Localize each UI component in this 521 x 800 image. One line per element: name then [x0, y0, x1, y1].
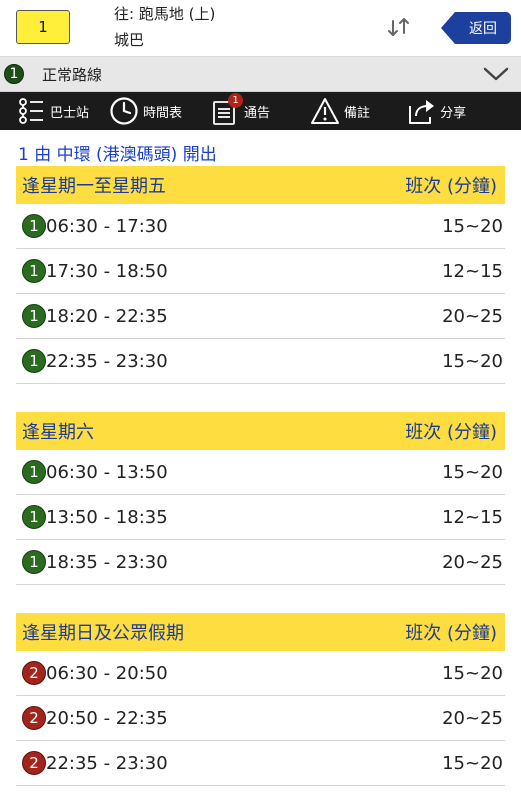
time-range: 06:30 - 17:30	[46, 215, 168, 237]
timetable-row: 1 06:30 - 13:50 15~20	[16, 450, 505, 495]
route-variant-selector[interactable]: 1 正常路線	[0, 57, 521, 92]
notice-icon-wrap: 1	[210, 93, 244, 126]
section-title: 逢星期六	[22, 422, 94, 443]
time-range: 06:30 - 13:50	[46, 461, 168, 483]
time-range: 18:20 - 22:35	[46, 305, 168, 327]
chevron-down-icon[interactable]	[483, 67, 509, 81]
variant-label: 正常路線	[42, 65, 103, 84]
frequency: 12~15	[442, 260, 503, 282]
timetable-row: 1 06:30 - 17:30 15~20	[16, 204, 505, 249]
frequency: 15~20	[442, 215, 503, 237]
clock-icon	[110, 97, 138, 125]
frequency-header: 班次 (分鐘)	[405, 176, 497, 197]
frequency-header: 班次 (分鐘)	[405, 422, 497, 443]
swap-arrows-icon[interactable]	[382, 12, 416, 42]
warning-icon	[311, 98, 340, 124]
notice-count-badge: 1	[228, 93, 244, 108]
frequency: 15~20	[442, 662, 503, 684]
frequency: 15~20	[442, 350, 503, 372]
variant-badge: 1	[22, 214, 46, 238]
tab-share[interactable]: 分享	[406, 92, 466, 130]
variant-badge: 1	[22, 505, 46, 529]
header-bar: 1 往: 跑馬地 (上) 城巴 返回	[0, 0, 521, 57]
tab-remarks[interactable]: 備註	[310, 92, 370, 130]
timetable-section-saturday: 逢星期六 班次 (分鐘) 1 06:30 - 13:50 15~20 1 13:50…	[16, 412, 505, 585]
bus-stops-icon	[19, 98, 43, 124]
departure-origin: 1 由 中環 (港澳碼頭) 開出	[18, 145, 217, 165]
frequency-header: 班次 (分鐘)	[405, 623, 497, 644]
bus-company: 城巴	[114, 31, 145, 49]
toolbar: 巴士站 時間表 1 通告 備註 分享	[0, 92, 521, 130]
section-header: 逢星期日及公眾假期 班次 (分鐘)	[16, 613, 505, 651]
variant-badge: 1	[22, 349, 46, 373]
time-range: 20:50 - 22:35	[46, 707, 168, 729]
variant-badge: 1	[22, 550, 46, 574]
tab-remarks-label: 備註	[344, 105, 371, 121]
section-title: 逢星期一至星期五	[22, 176, 166, 197]
timetable-row: 2 20:50 - 22:35 20~25	[16, 696, 505, 741]
timetable-section-sunday-holidays: 逢星期日及公眾假期 班次 (分鐘) 2 06:30 - 20:50 15~20 2…	[16, 613, 505, 786]
route-number-badge[interactable]: 1	[16, 10, 70, 44]
tab-timetable[interactable]: 時間表	[109, 92, 182, 130]
variant-badge: 1	[4, 64, 24, 84]
section-header: 逢星期六 班次 (分鐘)	[16, 412, 505, 450]
timetable-section-weekdays: 逢星期一至星期五 班次 (分鐘) 1 06:30 - 17:30 15~20 11…	[16, 166, 505, 384]
back-button[interactable]: 返回	[441, 12, 511, 44]
tab-share-label: 分享	[440, 105, 467, 121]
share-icon	[409, 100, 435, 124]
time-range: 22:35 - 23:30	[46, 752, 168, 774]
variant-badge: 2	[22, 751, 46, 775]
variant-badge: 2	[22, 661, 46, 685]
variant-badge: 1	[22, 259, 46, 283]
section-title: 逢星期日及公眾假期	[22, 623, 184, 644]
timetable-row: 2 06:30 - 20:50 15~20	[16, 651, 505, 696]
frequency: 20~25	[442, 707, 503, 729]
timetable-row: 1 18:35 - 23:30 20~25	[16, 540, 505, 585]
timetable-row: 1 13:50 - 18:35 12~15	[16, 495, 505, 540]
time-range: 17:30 - 18:50	[46, 260, 168, 282]
variant-badge: 2	[22, 706, 46, 730]
back-arrow-shape	[441, 12, 455, 44]
tab-notices[interactable]: 1 通告	[210, 92, 270, 130]
time-range: 18:35 - 23:30	[46, 551, 168, 573]
time-range: 13:50 - 18:35	[46, 506, 168, 528]
timetable-row: 2 22:35 - 23:30 15~20	[16, 741, 505, 786]
timetable-row: 1 22:35 - 23:30 15~20	[16, 339, 505, 384]
variant-badge: 1	[22, 304, 46, 328]
tab-timetable-label: 時間表	[143, 105, 183, 121]
frequency: 12~15	[442, 506, 503, 528]
frequency: 20~25	[442, 551, 503, 573]
back-button-label: 返回	[455, 12, 511, 44]
frequency: 15~20	[442, 752, 503, 774]
frequency: 15~20	[442, 461, 503, 483]
time-range: 22:35 - 23:30	[46, 350, 168, 372]
timetable-row: 1 17:30 - 18:50 12~15	[16, 249, 505, 294]
tab-notices-label: 通告	[244, 105, 271, 121]
time-range: 06:30 - 20:50	[46, 662, 168, 684]
timetable-row: 1 18:20 - 22:35 20~25	[16, 294, 505, 339]
frequency: 20~25	[442, 305, 503, 327]
route-destination: 往: 跑馬地 (上)	[114, 5, 216, 23]
variant-badge: 1	[22, 460, 46, 484]
tab-bus-stops[interactable]: 巴士站	[16, 92, 89, 130]
section-header: 逢星期一至星期五 班次 (分鐘)	[16, 166, 505, 204]
tab-bus-stops-label: 巴士站	[50, 105, 90, 121]
